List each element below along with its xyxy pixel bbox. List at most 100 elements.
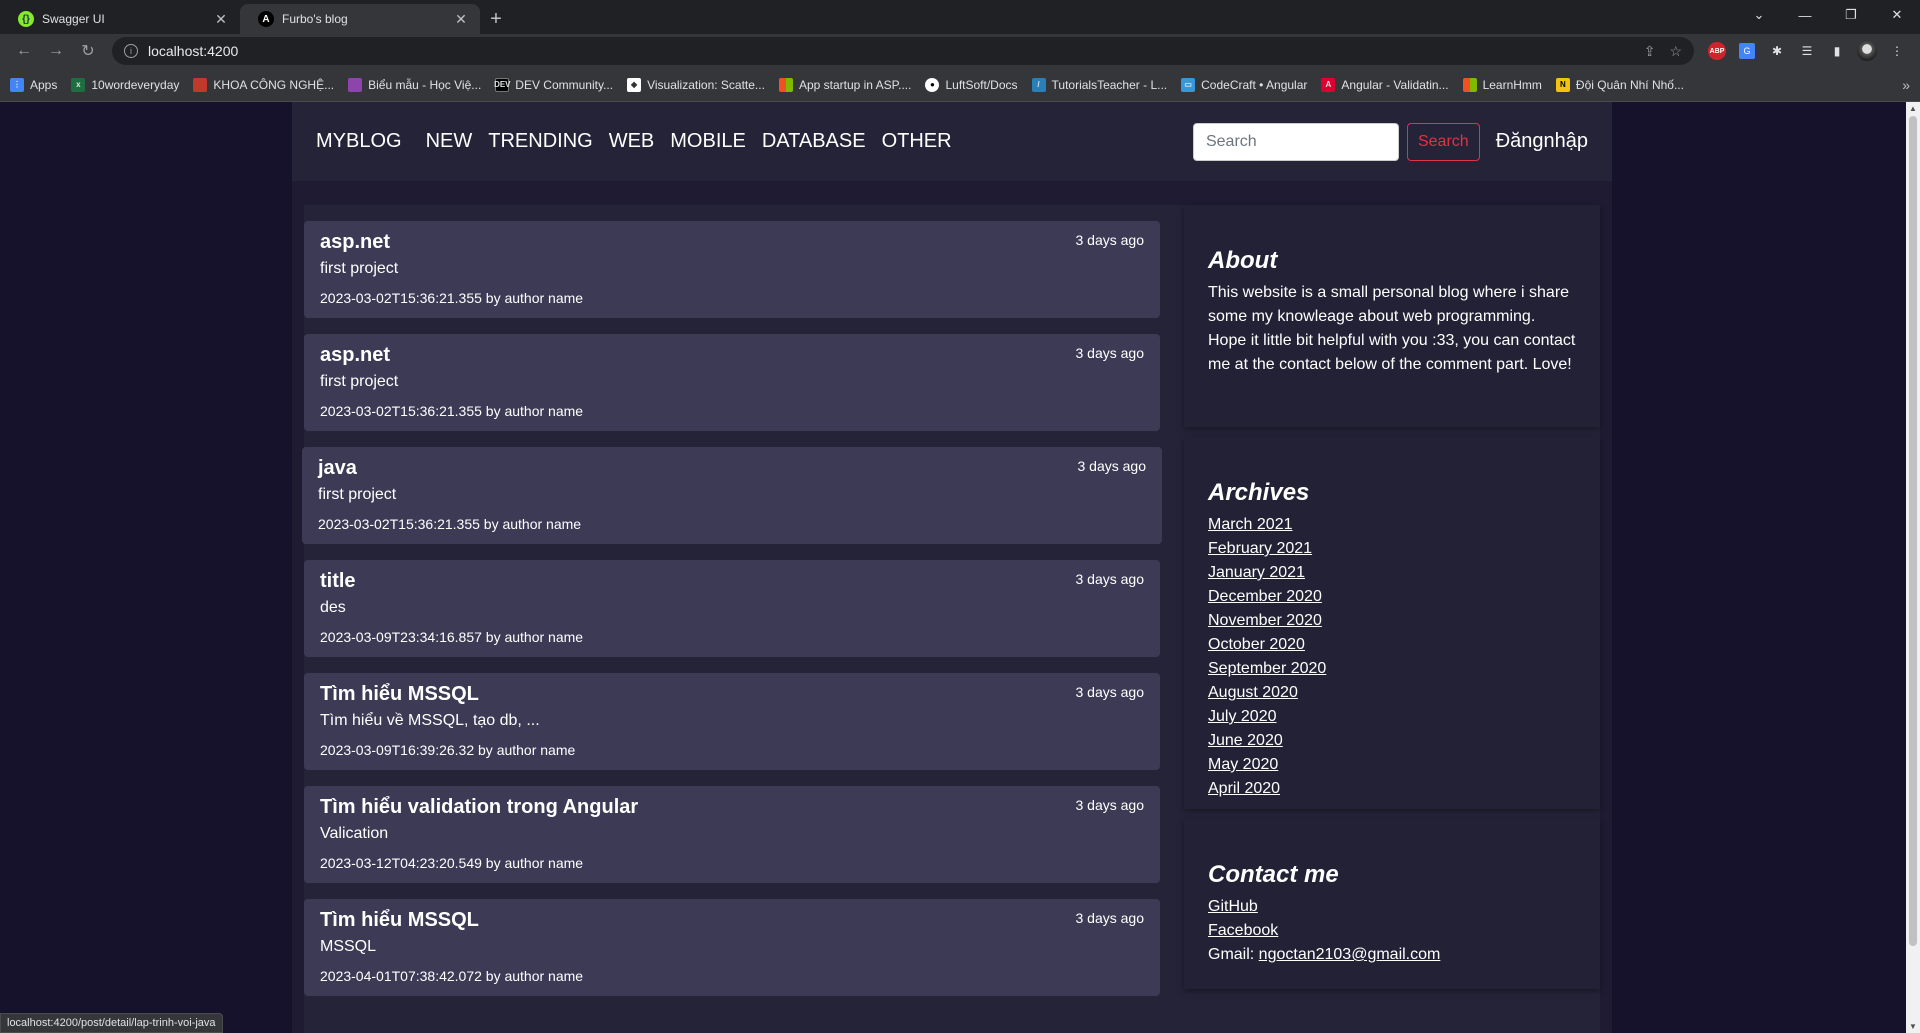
bookmark-luftsoft-docs[interactable]: ● LuftSoft/Docs xyxy=(925,77,1018,92)
bookmark-app-startup[interactable]: App startup in ASP.... xyxy=(778,77,911,92)
archives-heading: Archives xyxy=(1208,479,1310,506)
post-time-ago: 3 days ago xyxy=(1077,458,1147,474)
archive-link[interactable]: December 2020 xyxy=(1208,585,1576,609)
archive-link[interactable]: October 2020 xyxy=(1208,633,1576,657)
nav-link-trending[interactable]: TRENDING xyxy=(488,130,592,153)
post-meta: 2023-03-09T16:39:26.32 by author name xyxy=(320,742,576,758)
archive-link[interactable]: May 2020 xyxy=(1208,753,1576,777)
post-title[interactable]: Tìm hiểu validation trong Angular xyxy=(320,796,638,819)
post-meta: 2023-03-02T15:36:21.355 by author name xyxy=(320,403,584,419)
github-link[interactable]: GitHub xyxy=(1208,895,1576,919)
minimize-icon[interactable]: — xyxy=(1782,0,1828,30)
bookmark-bieu-mau[interactable]: Biểu mẫu - Học Việ... xyxy=(348,77,481,92)
adblock-icon[interactable]: ABP xyxy=(1702,37,1732,65)
about-text: This website is a small personal blog wh… xyxy=(1208,284,1576,373)
post-title[interactable]: Tìm hiểu MSSQL xyxy=(320,683,479,706)
post-title[interactable]: java xyxy=(318,457,357,480)
post-card[interactable]: asp.net first project 2023-03-02T15:36:2… xyxy=(304,334,1160,431)
bookmark-codecraft[interactable]: ▭ CodeCraft • Angular xyxy=(1181,77,1307,92)
bookmark-10wordeveryday[interactable]: x 10wordeveryday xyxy=(71,77,179,92)
post-title[interactable]: asp.net xyxy=(320,344,390,367)
archive-link[interactable]: February 2021 xyxy=(1208,537,1576,561)
side-panel-icon[interactable]: ▮ xyxy=(1822,37,1852,65)
reading-list-icon[interactable]: ☰ xyxy=(1792,37,1822,65)
new-tab-button[interactable]: + xyxy=(480,4,512,34)
nav-link-new[interactable]: NEW xyxy=(426,130,473,153)
post-card[interactable]: Tìm hiểu MSSQL Tìm hiểu về MSSQL, tạo db… xyxy=(304,673,1160,770)
search-input[interactable] xyxy=(1192,122,1399,161)
post-meta: 2023-04-01T07:38:42.072 by author name xyxy=(320,968,584,984)
post-title[interactable]: Tìm hiểu MSSQL xyxy=(320,909,479,932)
nav-right: Search Đăngnhập xyxy=(1192,122,1588,161)
close-window-icon[interactable]: ✕ xyxy=(1874,0,1920,30)
bookmark-angular-validating[interactable]: A Angular - Validatin... xyxy=(1321,77,1449,92)
url-text[interactable]: localhost:4200 xyxy=(148,43,238,59)
profile-avatar[interactable] xyxy=(1852,37,1882,65)
archive-link[interactable]: April 2020 xyxy=(1208,777,1576,801)
bookmark-learnhmm[interactable]: LearnHmm xyxy=(1462,77,1542,92)
menu-icon[interactable]: ⋮ xyxy=(1882,37,1912,65)
post-time-ago: 3 days ago xyxy=(1075,232,1145,248)
close-icon[interactable]: ✕ xyxy=(452,11,470,28)
bookmark-khoa-cong-nghe[interactable]: KHOA CÔNG NGHỆ... xyxy=(193,77,334,92)
forward-icon[interactable]: → xyxy=(40,37,72,65)
share-icon[interactable]: ⇪ xyxy=(1644,43,1656,60)
nav-link-other[interactable]: OTHER xyxy=(882,130,952,153)
post-description: Valication xyxy=(320,825,389,842)
post-card[interactable]: Tìm hiểu MSSQL MSSQL 2023-04-01T07:38:42… xyxy=(304,899,1160,996)
info-icon[interactable]: i xyxy=(124,44,138,58)
post-description: first project xyxy=(318,486,397,503)
brand-link[interactable]: MYBLOG xyxy=(316,130,402,153)
bookmark-apps[interactable]: ⋮ Apps xyxy=(10,77,57,92)
nav-link-mobile[interactable]: MOBILE xyxy=(670,130,746,153)
archive-link[interactable]: July 2020 xyxy=(1208,705,1576,729)
bookmark-tutorialsteacher[interactable]: / TutorialsTeacher - L... xyxy=(1031,77,1167,92)
tab-swagger[interactable]: {} Swagger UI ✕ xyxy=(0,4,240,34)
archive-link[interactable]: March 2021 xyxy=(1208,513,1576,537)
reload-icon[interactable]: ↻ xyxy=(72,37,104,65)
post-card[interactable]: java first project 2023-03-02T15:36:21.3… xyxy=(302,447,1162,544)
scrollbar-thumb[interactable] xyxy=(1909,116,1917,946)
post-time-ago: 3 days ago xyxy=(1075,345,1145,361)
translate-icon[interactable]: G xyxy=(1732,37,1762,65)
browser-toolbar: ← → ↻ i localhost:4200 ⇪ ☆ ABP G ✱ ☰ ▮ ⋮ xyxy=(0,34,1920,68)
archive-link[interactable]: September 2020 xyxy=(1208,657,1576,681)
chevron-right-icon[interactable]: » xyxy=(1902,77,1910,93)
search-button[interactable]: Search xyxy=(1406,122,1480,161)
post-time-ago: 3 days ago xyxy=(1075,571,1145,587)
address-bar[interactable]: i localhost:4200 ⇪ ☆ xyxy=(112,37,1694,65)
facebook-link[interactable]: Facebook xyxy=(1208,919,1576,943)
post-title[interactable]: asp.net xyxy=(320,231,390,254)
tab-title: Swagger UI xyxy=(42,12,105,26)
tt-icon: / xyxy=(1031,77,1046,92)
post-title[interactable]: title xyxy=(320,570,356,593)
archive-link[interactable]: January 2021 xyxy=(1208,561,1576,585)
bookmark-doi-quan[interactable]: N Đội Quân Nhí Nhố... xyxy=(1555,77,1684,92)
back-icon[interactable]: ← xyxy=(8,37,40,65)
post-card[interactable]: asp.net first project 2023-03-02T15:36:2… xyxy=(304,221,1160,318)
gmail-link[interactable]: ngoctan2103@gmail.com xyxy=(1259,946,1441,963)
close-icon[interactable]: ✕ xyxy=(212,11,230,28)
excel-icon: x xyxy=(71,77,86,92)
page-scrollbar[interactable]: ▲ ▼ xyxy=(1906,102,1920,1033)
tab-furbo-blog[interactable]: A Furbo's blog ✕ xyxy=(240,4,480,34)
bookmark-visualization[interactable]: ◆ Visualization: Scatte... xyxy=(627,77,765,92)
bookmark-star-icon[interactable]: ☆ xyxy=(1669,43,1682,60)
login-link[interactable]: Đăngnhập xyxy=(1496,130,1588,153)
post-card[interactable]: title des 2023-03-09T23:34:16.857 by aut… xyxy=(304,560,1160,657)
nav-link-web[interactable]: WEB xyxy=(609,130,655,153)
extensions-icon[interactable]: ✱ xyxy=(1762,37,1792,65)
tab-strip: {} Swagger UI ✕ A Furbo's blog ✕ + ⌄ — ❐… xyxy=(0,0,1920,34)
nav-link-database[interactable]: DATABASE xyxy=(762,130,866,153)
archive-link[interactable]: August 2020 xyxy=(1208,681,1576,705)
archive-link[interactable]: June 2020 xyxy=(1208,729,1576,753)
scroll-down-icon[interactable]: ▼ xyxy=(1906,1022,1920,1031)
tab-search-icon[interactable]: ⌄ xyxy=(1736,0,1782,30)
restore-icon[interactable]: ❐ xyxy=(1828,0,1874,30)
swagger-icon: {} xyxy=(18,11,34,27)
scroll-up-icon[interactable]: ▲ xyxy=(1906,104,1920,113)
site-icon xyxy=(193,77,208,92)
post-card[interactable]: Tìm hiểu validation trong Angular Valica… xyxy=(304,786,1160,883)
archive-link[interactable]: November 2020 xyxy=(1208,609,1576,633)
bookmark-dev-community[interactable]: DEV DEV Community... xyxy=(494,77,613,92)
